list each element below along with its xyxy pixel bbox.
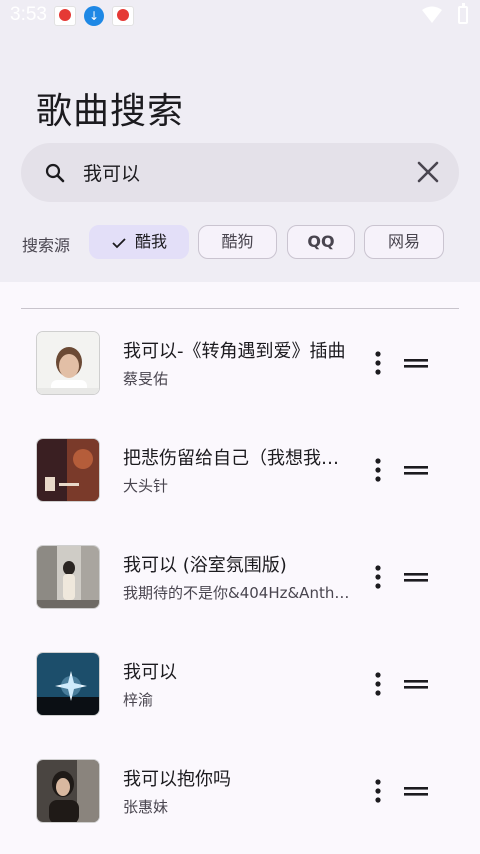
search-icon [45,163,65,183]
chip-label: QQ [307,232,335,251]
song-artist: 大头针 [123,477,169,495]
song-title: 我可以 [123,662,177,683]
search-input[interactable] [83,153,383,191]
drag-handle-icon[interactable] [403,781,429,801]
chip-kuwo[interactable]: 酷我 [89,225,189,259]
song-title: 我可以 (浴室氛围版) [123,555,287,576]
album-cover [36,652,100,716]
download-icon: ↓ [84,6,104,26]
song-title: 我可以抱你吗 [123,769,231,790]
song-artist: 梓渝 [123,691,154,709]
list-item[interactable]: 我可以-《转角遇到爱》插曲 蔡旻佑 [0,309,480,416]
chip-qq[interactable]: QQ [287,225,355,259]
more-vert-icon[interactable] [368,456,388,484]
song-title: 我可以-《转角遇到爱》插曲 [123,341,346,362]
album-cover [36,759,100,823]
status-bar: 3:53 ↓ [0,0,480,32]
status-time: 3:53 [10,4,47,25]
album-cover [36,438,100,502]
album-cover [36,545,100,609]
list-item[interactable]: 我可以 (浴室氛围版) 我期待的不是你&404Hz&Anthony [0,523,480,630]
album-cover [36,331,100,395]
drag-handle-icon[interactable] [403,674,429,694]
list-item[interactable]: 把悲伤留给自己（我想我可以） 大头针 [0,416,480,523]
check-icon [112,237,126,248]
list-item[interactable]: 我可以 梓渝 [0,630,480,737]
song-artist: 蔡旻佑 [123,370,169,388]
chip-label: 酷我 [134,232,167,251]
chip-kugou[interactable]: 酷狗 [198,225,277,259]
search-bar[interactable] [21,143,459,202]
song-title: 把悲伤留给自己（我想我可以） [123,448,355,469]
list-item[interactable]: 我可以抱你吗 张惠妹 [0,737,480,844]
more-vert-icon[interactable] [368,349,388,377]
wifi-icon [422,6,442,23]
chip-netease[interactable]: 网易 [364,225,444,259]
more-vert-icon[interactable] [368,670,388,698]
more-vert-icon[interactable] [368,563,388,591]
drag-handle-icon[interactable] [403,460,429,480]
battery-icon [458,3,468,24]
source-filter-label: 搜索源 [22,236,71,255]
more-vert-icon[interactable] [368,777,388,805]
close-icon[interactable] [413,157,443,187]
chip-label: 网易 [387,232,420,251]
song-artist: 张惠妹 [123,798,169,816]
chip-label: 酷狗 [221,232,254,251]
app-notification-icon [112,6,134,26]
app-notification-icon [54,6,76,26]
drag-handle-icon[interactable] [403,353,429,373]
song-artist: 我期待的不是你&404Hz&Anthony [123,584,355,602]
page-title: 歌曲搜索 [36,91,185,132]
drag-handle-icon[interactable] [403,567,429,587]
